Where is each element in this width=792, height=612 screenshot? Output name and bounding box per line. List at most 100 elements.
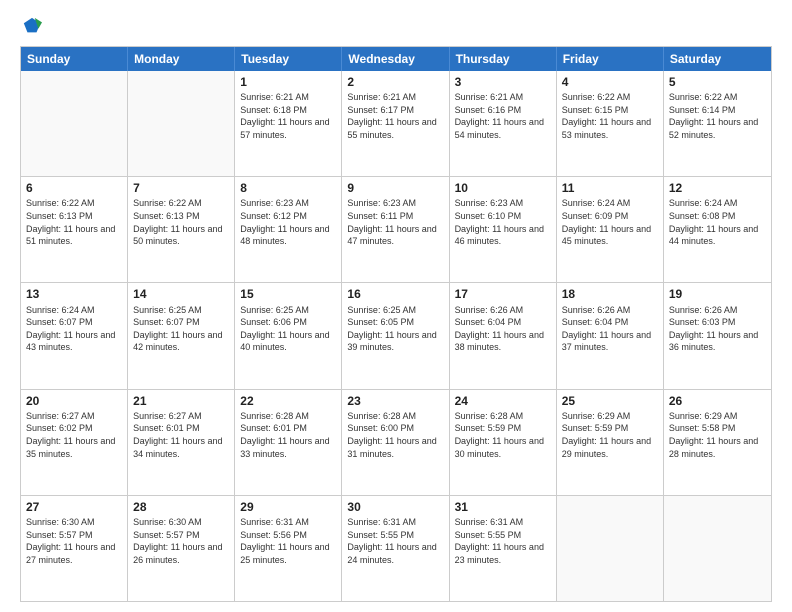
cell-info: Sunrise: 6:23 AMSunset: 6:10 PMDaylight:…: [455, 197, 551, 247]
calendar-page: SundayMondayTuesdayWednesdayThursdayFrid…: [0, 0, 792, 612]
calendar-cell: 15 Sunrise: 6:25 AMSunset: 6:06 PMDayligh…: [235, 283, 342, 388]
day-number: 19: [669, 286, 766, 302]
calendar-cell: 20Sunrise: 6:27 AMSunset: 6:02 PMDayligh…: [21, 390, 128, 495]
calendar-row-4: 20Sunrise: 6:27 AMSunset: 6:02 PMDayligh…: [21, 389, 771, 495]
calendar-cell: [21, 71, 128, 176]
calendar-cell: [128, 71, 235, 176]
cell-info: Sunrise: 6:21 AMSunset: 6:17 PMDaylight:…: [347, 91, 443, 141]
cell-info: Sunrise: 6:22 AMSunset: 6:15 PMDaylight:…: [562, 91, 658, 141]
calendar-cell: 16Sunrise: 6:25 AMSunset: 6:05 PMDayligh…: [342, 283, 449, 388]
day-number: 27: [26, 499, 122, 515]
day-number: 28: [133, 499, 229, 515]
calendar-cell: 29Sunrise: 6:31 AMSunset: 5:56 PMDayligh…: [235, 496, 342, 601]
page-header: [20, 16, 772, 36]
day-number: 7: [133, 180, 229, 196]
cell-info: Sunrise: 6:30 AMSunset: 5:57 PMDaylight:…: [26, 516, 122, 566]
cell-info: Sunrise: 6:26 AMSunset: 6:04 PMDaylight:…: [562, 304, 658, 354]
calendar-cell: 22Sunrise: 6:28 AMSunset: 6:01 PMDayligh…: [235, 390, 342, 495]
calendar-grid: SundayMondayTuesdayWednesdayThursdayFrid…: [20, 46, 772, 602]
calendar-cell: 2Sunrise: 6:21 AMSunset: 6:17 PMDaylight…: [342, 71, 449, 176]
day-number: 5: [669, 74, 766, 90]
day-number: 12: [669, 180, 766, 196]
day-number: 8: [240, 180, 336, 196]
header-day-friday: Friday: [557, 47, 664, 71]
calendar-cell: 28Sunrise: 6:30 AMSunset: 5:57 PMDayligh…: [128, 496, 235, 601]
calendar-cell: 5Sunrise: 6:22 AMSunset: 6:14 PMDaylight…: [664, 71, 771, 176]
header-day-sunday: Sunday: [21, 47, 128, 71]
day-number: 17: [455, 286, 551, 302]
calendar-cell: [664, 496, 771, 601]
cell-info: Sunrise: 6:31 AMSunset: 5:56 PMDaylight:…: [240, 516, 336, 566]
cell-info: Sunrise: 6:25 AMSunset: 6:07 PMDaylight:…: [133, 304, 229, 354]
calendar-cell: 19Sunrise: 6:26 AMSunset: 6:03 PMDayligh…: [664, 283, 771, 388]
calendar-cell: 8Sunrise: 6:23 AMSunset: 6:12 PMDaylight…: [235, 177, 342, 282]
day-number: 15: [240, 286, 336, 302]
header-day-monday: Monday: [128, 47, 235, 71]
cell-info: Sunrise: 6:25 AMSunset: 6:06 PMDaylight:…: [240, 304, 336, 354]
day-number: 1: [240, 74, 336, 90]
calendar-cell: 21Sunrise: 6:27 AMSunset: 6:01 PMDayligh…: [128, 390, 235, 495]
calendar-row-3: 13Sunrise: 6:24 AMSunset: 6:07 PMDayligh…: [21, 282, 771, 388]
day-number: 22: [240, 393, 336, 409]
calendar-cell: 10Sunrise: 6:23 AMSunset: 6:10 PMDayligh…: [450, 177, 557, 282]
cell-info: Sunrise: 6:23 AMSunset: 6:11 PMDaylight:…: [347, 197, 443, 247]
day-number: 10: [455, 180, 551, 196]
day-number: 18: [562, 286, 658, 302]
calendar-cell: 6Sunrise: 6:22 AMSunset: 6:13 PMDaylight…: [21, 177, 128, 282]
cell-info: Sunrise: 6:31 AMSunset: 5:55 PMDaylight:…: [455, 516, 551, 566]
day-number: 31: [455, 499, 551, 515]
header-day-tuesday: Tuesday: [235, 47, 342, 71]
calendar-cell: 14 Sunrise: 6:25 AMSunset: 6:07 PMDayligh…: [128, 283, 235, 388]
day-number: 30: [347, 499, 443, 515]
day-number: 2: [347, 74, 443, 90]
calendar-cell: 31Sunrise: 6:31 AMSunset: 5:55 PMDayligh…: [450, 496, 557, 601]
calendar-body: 1Sunrise: 6:21 AMSunset: 6:18 PMDaylight…: [21, 71, 771, 601]
day-number: 14: [133, 286, 229, 302]
cell-info: Sunrise: 6:30 AMSunset: 5:57 PMDaylight:…: [133, 516, 229, 566]
cell-info: Sunrise: 6:24 AMSunset: 6:08 PMDaylight:…: [669, 197, 766, 247]
day-number: 24: [455, 393, 551, 409]
cell-info: Sunrise: 6:28 AMSunset: 6:01 PMDaylight:…: [240, 410, 336, 460]
day-number: 9: [347, 180, 443, 196]
calendar-cell: 26Sunrise: 6:29 AMSunset: 5:58 PMDayligh…: [664, 390, 771, 495]
logo-flag-icon: [22, 16, 42, 36]
day-number: 23: [347, 393, 443, 409]
cell-info: Sunrise: 6:21 AMSunset: 6:18 PMDaylight:…: [240, 91, 336, 141]
cell-info: Sunrise: 6:27 AMSunset: 6:01 PMDaylight:…: [133, 410, 229, 460]
cell-info: Sunrise: 6:25 AMSunset: 6:05 PMDaylight:…: [347, 304, 443, 354]
day-number: 11: [562, 180, 658, 196]
calendar-cell: 30Sunrise: 6:31 AMSunset: 5:55 PMDayligh…: [342, 496, 449, 601]
calendar-cell: 4Sunrise: 6:22 AMSunset: 6:15 PMDaylight…: [557, 71, 664, 176]
calendar-row-2: 6Sunrise: 6:22 AMSunset: 6:13 PMDaylight…: [21, 176, 771, 282]
calendar-cell: 27Sunrise: 6:30 AMSunset: 5:57 PMDayligh…: [21, 496, 128, 601]
cell-info: Sunrise: 6:22 AMSunset: 6:13 PMDaylight:…: [133, 197, 229, 247]
calendar-cell: 18 Sunrise: 6:26 AMSunset: 6:04 PMDayligh…: [557, 283, 664, 388]
header-day-thursday: Thursday: [450, 47, 557, 71]
cell-info: Sunrise: 6:21 AMSunset: 6:16 PMDaylight:…: [455, 91, 551, 141]
day-number: 3: [455, 74, 551, 90]
header-day-wednesday: Wednesday: [342, 47, 449, 71]
calendar-cell: 13Sunrise: 6:24 AMSunset: 6:07 PMDayligh…: [21, 283, 128, 388]
calendar-cell: 7Sunrise: 6:22 AMSunset: 6:13 PMDaylight…: [128, 177, 235, 282]
cell-info: Sunrise: 6:29 AMSunset: 5:59 PMDaylight:…: [562, 410, 658, 460]
cell-info: Sunrise: 6:23 AMSunset: 6:12 PMDaylight:…: [240, 197, 336, 247]
calendar-cell: 17Sunrise: 6:26 AMSunset: 6:04 PMDayligh…: [450, 283, 557, 388]
header-day-saturday: Saturday: [664, 47, 771, 71]
day-number: 13: [26, 286, 122, 302]
calendar-cell: 9Sunrise: 6:23 AMSunset: 6:11 PMDaylight…: [342, 177, 449, 282]
cell-info: Sunrise: 6:29 AMSunset: 5:58 PMDaylight:…: [669, 410, 766, 460]
cell-info: Sunrise: 6:22 AMSunset: 6:13 PMDaylight:…: [26, 197, 122, 247]
cell-info: Sunrise: 6:31 AMSunset: 5:55 PMDaylight:…: [347, 516, 443, 566]
day-number: 21: [133, 393, 229, 409]
cell-info: Sunrise: 6:24 AMSunset: 6:09 PMDaylight:…: [562, 197, 658, 247]
day-number: 29: [240, 499, 336, 515]
calendar-cell: 11Sunrise: 6:24 AMSunset: 6:09 PMDayligh…: [557, 177, 664, 282]
calendar-cell: 12Sunrise: 6:24 AMSunset: 6:08 PMDayligh…: [664, 177, 771, 282]
day-number: 20: [26, 393, 122, 409]
cell-info: Sunrise: 6:22 AMSunset: 6:14 PMDaylight:…: [669, 91, 766, 141]
calendar-cell: 1Sunrise: 6:21 AMSunset: 6:18 PMDaylight…: [235, 71, 342, 176]
cell-info: Sunrise: 6:28 AMSunset: 5:59 PMDaylight:…: [455, 410, 551, 460]
calendar-cell: 3Sunrise: 6:21 AMSunset: 6:16 PMDaylight…: [450, 71, 557, 176]
calendar-header: SundayMondayTuesdayWednesdayThursdayFrid…: [21, 47, 771, 71]
cell-info: Sunrise: 6:28 AMSunset: 6:00 PMDaylight:…: [347, 410, 443, 460]
